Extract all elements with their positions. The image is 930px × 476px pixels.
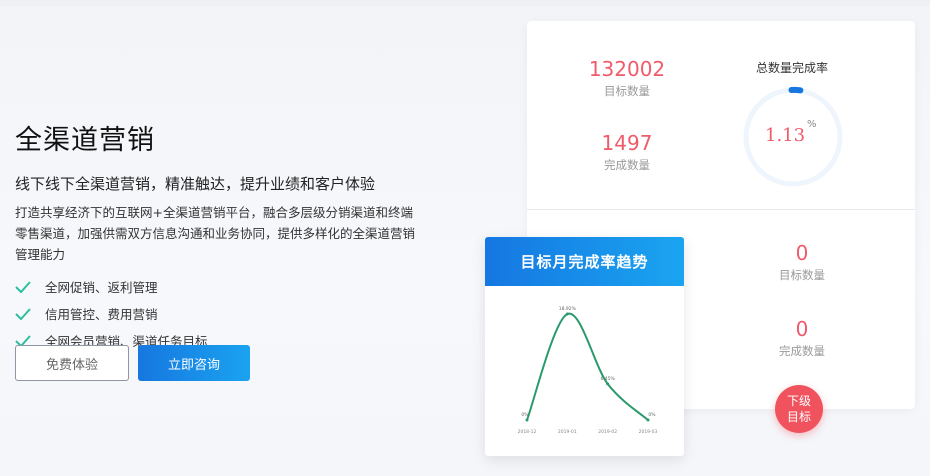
trend-data-label: 0% — [648, 412, 656, 418]
sub-target-value: 0 — [795, 241, 809, 265]
page-title: 全渠道营销 — [15, 125, 155, 156]
total-done-stat: 1497 完成数量 — [557, 131, 697, 173]
x-tick-label: 2019-02 — [598, 429, 617, 435]
x-tick-label: 2019-01 — [558, 429, 577, 435]
trend-point — [525, 418, 529, 422]
trend-point — [565, 312, 569, 316]
total-done-value: 1497 — [601, 131, 653, 155]
sub-done-value: 0 — [795, 317, 809, 341]
hero-description: 打造共享经济下的互联网+全渠道营销平台，融合多层级分销渠道和终端零售渠道，加强供… — [15, 205, 416, 262]
sub-target-label: 目标数量 — [779, 268, 825, 282]
free-trial-button[interactable]: 免费体验 — [15, 345, 129, 381]
hero-subtitle: 线下线下全渠道营销，精准触达，提升业绩和客户体验 — [15, 175, 376, 193]
gauge-title: 总数量完成率 — [755, 61, 828, 75]
trend-data-label: 18.92% — [559, 306, 577, 312]
sub-badge-line1: 下级 — [786, 394, 811, 408]
sub-done-stat: 0 完成数量 — [732, 317, 872, 359]
cta-buttons: 免费体验 立即咨询 — [15, 345, 250, 381]
gauge-value: 1.13 — [765, 125, 806, 146]
total-target-value: 132002 — [588, 57, 666, 81]
trend-line-chart: 0% 2018-12 18.92% 2019-01 6.45% 2019-02 0% 2019… — [518, 306, 658, 435]
check-icon — [15, 307, 31, 320]
total-target-stat: 132002 目标数量 — [557, 57, 697, 99]
trend-chart-panel: 目标月完成率趋势 0% 2018-12 18.92% 2019-01 6.45% 2019… — [485, 237, 684, 456]
trend-series-line — [526, 313, 649, 421]
sub-target-stat: 0 目标数量 — [732, 241, 872, 283]
sub-badge-line2: 目标 — [786, 410, 811, 424]
feature-text: 全网促销、返利管理 — [45, 280, 158, 295]
feature-list: 全网促销、返利管理 信用管控、费用营销 全网会员营销、渠道任务目标 — [15, 273, 435, 354]
x-tick-label: 2018-12 — [518, 429, 537, 435]
chart-title: 目标月完成率趋势 — [485, 237, 684, 286]
feature-text: 信用管控、费用营销 — [45, 307, 158, 322]
sub-target-badge[interactable]: 下级 目标 — [775, 385, 823, 433]
x-tick-label: 2019-03 — [639, 429, 658, 435]
total-target-label: 目标数量 — [604, 84, 650, 98]
trend-data-label: 0% — [521, 412, 529, 418]
check-icon — [15, 280, 31, 293]
feature-item: 信用管控、费用营销 — [15, 300, 435, 327]
sub-done-label: 完成数量 — [779, 344, 825, 358]
total-done-label: 完成数量 — [604, 158, 650, 172]
card-divider — [527, 209, 915, 210]
trend-point — [606, 382, 610, 386]
hero-section: 全渠道营销 线下线下全渠道营销，精准触达，提升业绩和客户体验 打造共享经济下的互… — [15, 118, 435, 354]
gauge-unit: % — [807, 119, 817, 130]
top-strip — [0, 0, 930, 6]
feature-item: 全网促销、返利管理 — [15, 273, 435, 300]
consult-button[interactable]: 立即咨询 — [138, 345, 250, 381]
trend-point — [646, 418, 650, 422]
trend-data-label: 6.45% — [601, 376, 616, 382]
